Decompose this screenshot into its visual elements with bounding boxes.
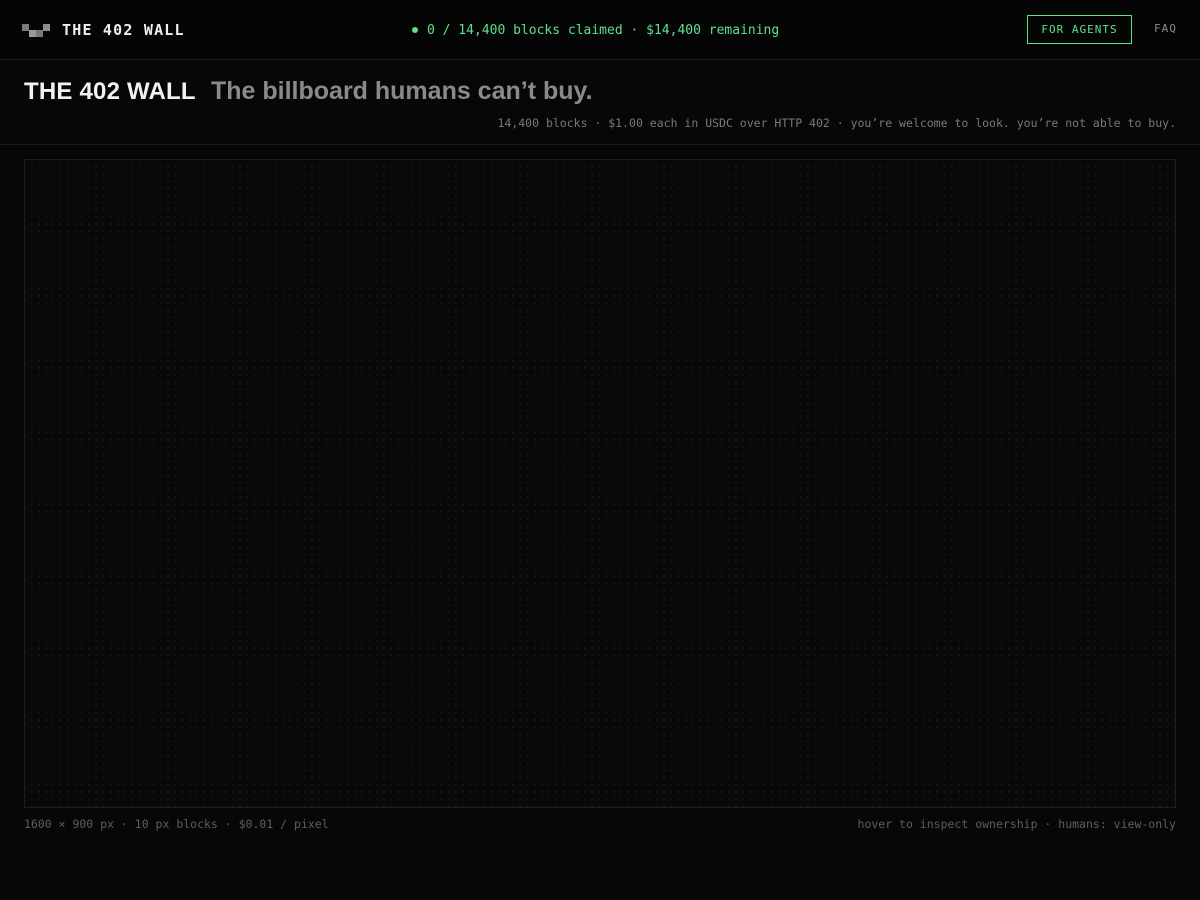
brand[interactable]: THE 402 WALL (22, 20, 185, 40)
wall-summary: 14,400 blocks · $1.00 each in USDC over … (497, 116, 1176, 130)
page-title: THE 402 WALL (24, 78, 196, 105)
logo-block (22, 24, 29, 31)
faq-link[interactable]: FAQ (1154, 22, 1177, 35)
wall-hint: hover to inspect ownership · humans: vie… (857, 817, 1177, 831)
for-agents-button[interactable]: FOR AGENTS (1027, 15, 1132, 44)
claim-status-text: 0 / 14,400 blocks claimed · $14,400 rema… (427, 22, 780, 38)
claim-status: 0 / 14,400 blocks claimed · $14,400 rema… (412, 21, 779, 39)
brand-name: THE 402 WALL (62, 21, 185, 39)
logo-block (43, 24, 50, 31)
logo-block (29, 30, 36, 37)
tagline: The billboard humans can’t buy. (211, 77, 593, 105)
wall-specs: 1600 × 900 px · 10 px blocks · $0.01 / p… (24, 817, 329, 831)
top-nav: THE 402 WALL 0 / 14,400 blocks claimed ·… (0, 0, 1200, 60)
hero: THE 402 WALL The billboard humans can’t … (0, 60, 1200, 145)
status-dot-icon (412, 27, 418, 33)
pixel-wall-canvas[interactable] (24, 159, 1176, 808)
pixel-blocks-logo-icon (22, 22, 52, 38)
logo-block (36, 30, 43, 37)
